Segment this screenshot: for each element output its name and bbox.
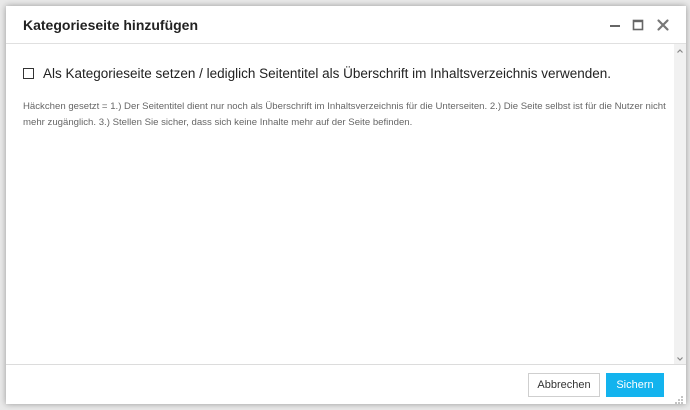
dialog-title: Kategorieseite hinzufügen	[23, 17, 199, 33]
save-button[interactable]: Sichern	[606, 373, 664, 397]
dialog-footer: Abbrechen Sichern	[6, 364, 686, 404]
category-page-checkbox-label[interactable]: Als Kategorieseite setzen / lediglich Se…	[43, 66, 611, 81]
maximize-icon[interactable]	[627, 14, 649, 36]
category-checkbox-row[interactable]: Als Kategorieseite setzen / lediglich Se…	[23, 66, 611, 81]
scroll-up-arrow-icon[interactable]	[674, 44, 686, 56]
dialog-body-scrollbar[interactable]	[674, 44, 686, 364]
dialog-body: Als Kategorieseite setzen / lediglich Se…	[6, 44, 674, 364]
resize-grip-icon[interactable]	[674, 392, 684, 404]
cancel-button[interactable]: Abbrechen	[528, 373, 600, 397]
dialog-titlebar[interactable]: Kategorieseite hinzufügen	[6, 6, 686, 44]
category-page-hint-text: Häckchen gesetzt = 1.) Der Seitentitel d…	[23, 101, 666, 128]
close-icon[interactable]	[652, 14, 674, 36]
category-page-checkbox[interactable]	[23, 68, 34, 79]
scroll-down-arrow-icon[interactable]	[674, 352, 686, 364]
add-category-page-dialog: Kategorieseite hinzufügen Als Kategories…	[6, 6, 686, 404]
minimize-icon[interactable]	[604, 14, 626, 36]
